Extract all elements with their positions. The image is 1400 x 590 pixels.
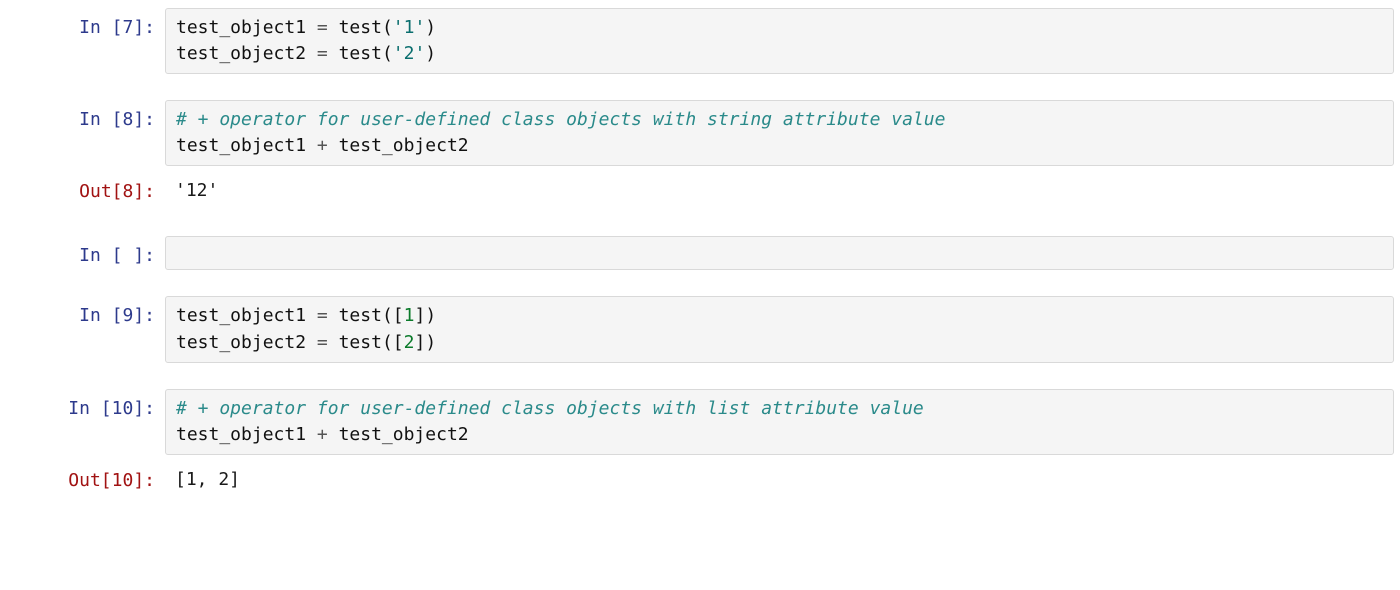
notebook: In [7]: test_object1 = test('1') test_ob… bbox=[0, 0, 1400, 519]
input-prompt: In [8]: bbox=[0, 100, 165, 133]
code-cell: In [ ]: bbox=[0, 236, 1400, 270]
code-editor[interactable]: test_object1 = test('1') test_object2 = … bbox=[165, 8, 1394, 74]
code-editor[interactable]: # + operator for user-defined class obje… bbox=[165, 389, 1394, 455]
code-cell: In [10]: # + operator for user-defined c… bbox=[0, 389, 1400, 455]
code-area[interactable] bbox=[165, 236, 1394, 270]
code-area[interactable]: # + operator for user-defined class obje… bbox=[165, 389, 1394, 455]
code-cell: In [9]: test_object1 = test([1]) test_ob… bbox=[0, 296, 1400, 362]
input-prompt: In [10]: bbox=[0, 389, 165, 422]
code-area[interactable]: test_object1 = test([1]) test_object2 = … bbox=[165, 296, 1394, 362]
output-area: [1, 2] bbox=[165, 461, 1394, 499]
output-text: '12' bbox=[165, 172, 1394, 210]
code-editor[interactable] bbox=[165, 236, 1394, 270]
output-row: Out[8]: '12' bbox=[0, 172, 1400, 210]
code-cell: In [8]: # + operator for user-defined cl… bbox=[0, 100, 1400, 166]
input-prompt: In [ ]: bbox=[0, 236, 165, 269]
input-prompt: In [9]: bbox=[0, 296, 165, 329]
output-row: Out[10]: [1, 2] bbox=[0, 461, 1400, 499]
code-area[interactable]: # + operator for user-defined class obje… bbox=[165, 100, 1394, 166]
input-prompt: In [7]: bbox=[0, 8, 165, 41]
output-prompt: Out[8]: bbox=[0, 172, 165, 205]
output-area: '12' bbox=[165, 172, 1394, 210]
code-editor[interactable]: test_object1 = test([1]) test_object2 = … bbox=[165, 296, 1394, 362]
code-area[interactable]: test_object1 = test('1') test_object2 = … bbox=[165, 8, 1394, 74]
output-prompt: Out[10]: bbox=[0, 461, 165, 494]
output-text: [1, 2] bbox=[165, 461, 1394, 499]
code-editor[interactable]: # + operator for user-defined class obje… bbox=[165, 100, 1394, 166]
code-cell: In [7]: test_object1 = test('1') test_ob… bbox=[0, 8, 1400, 74]
